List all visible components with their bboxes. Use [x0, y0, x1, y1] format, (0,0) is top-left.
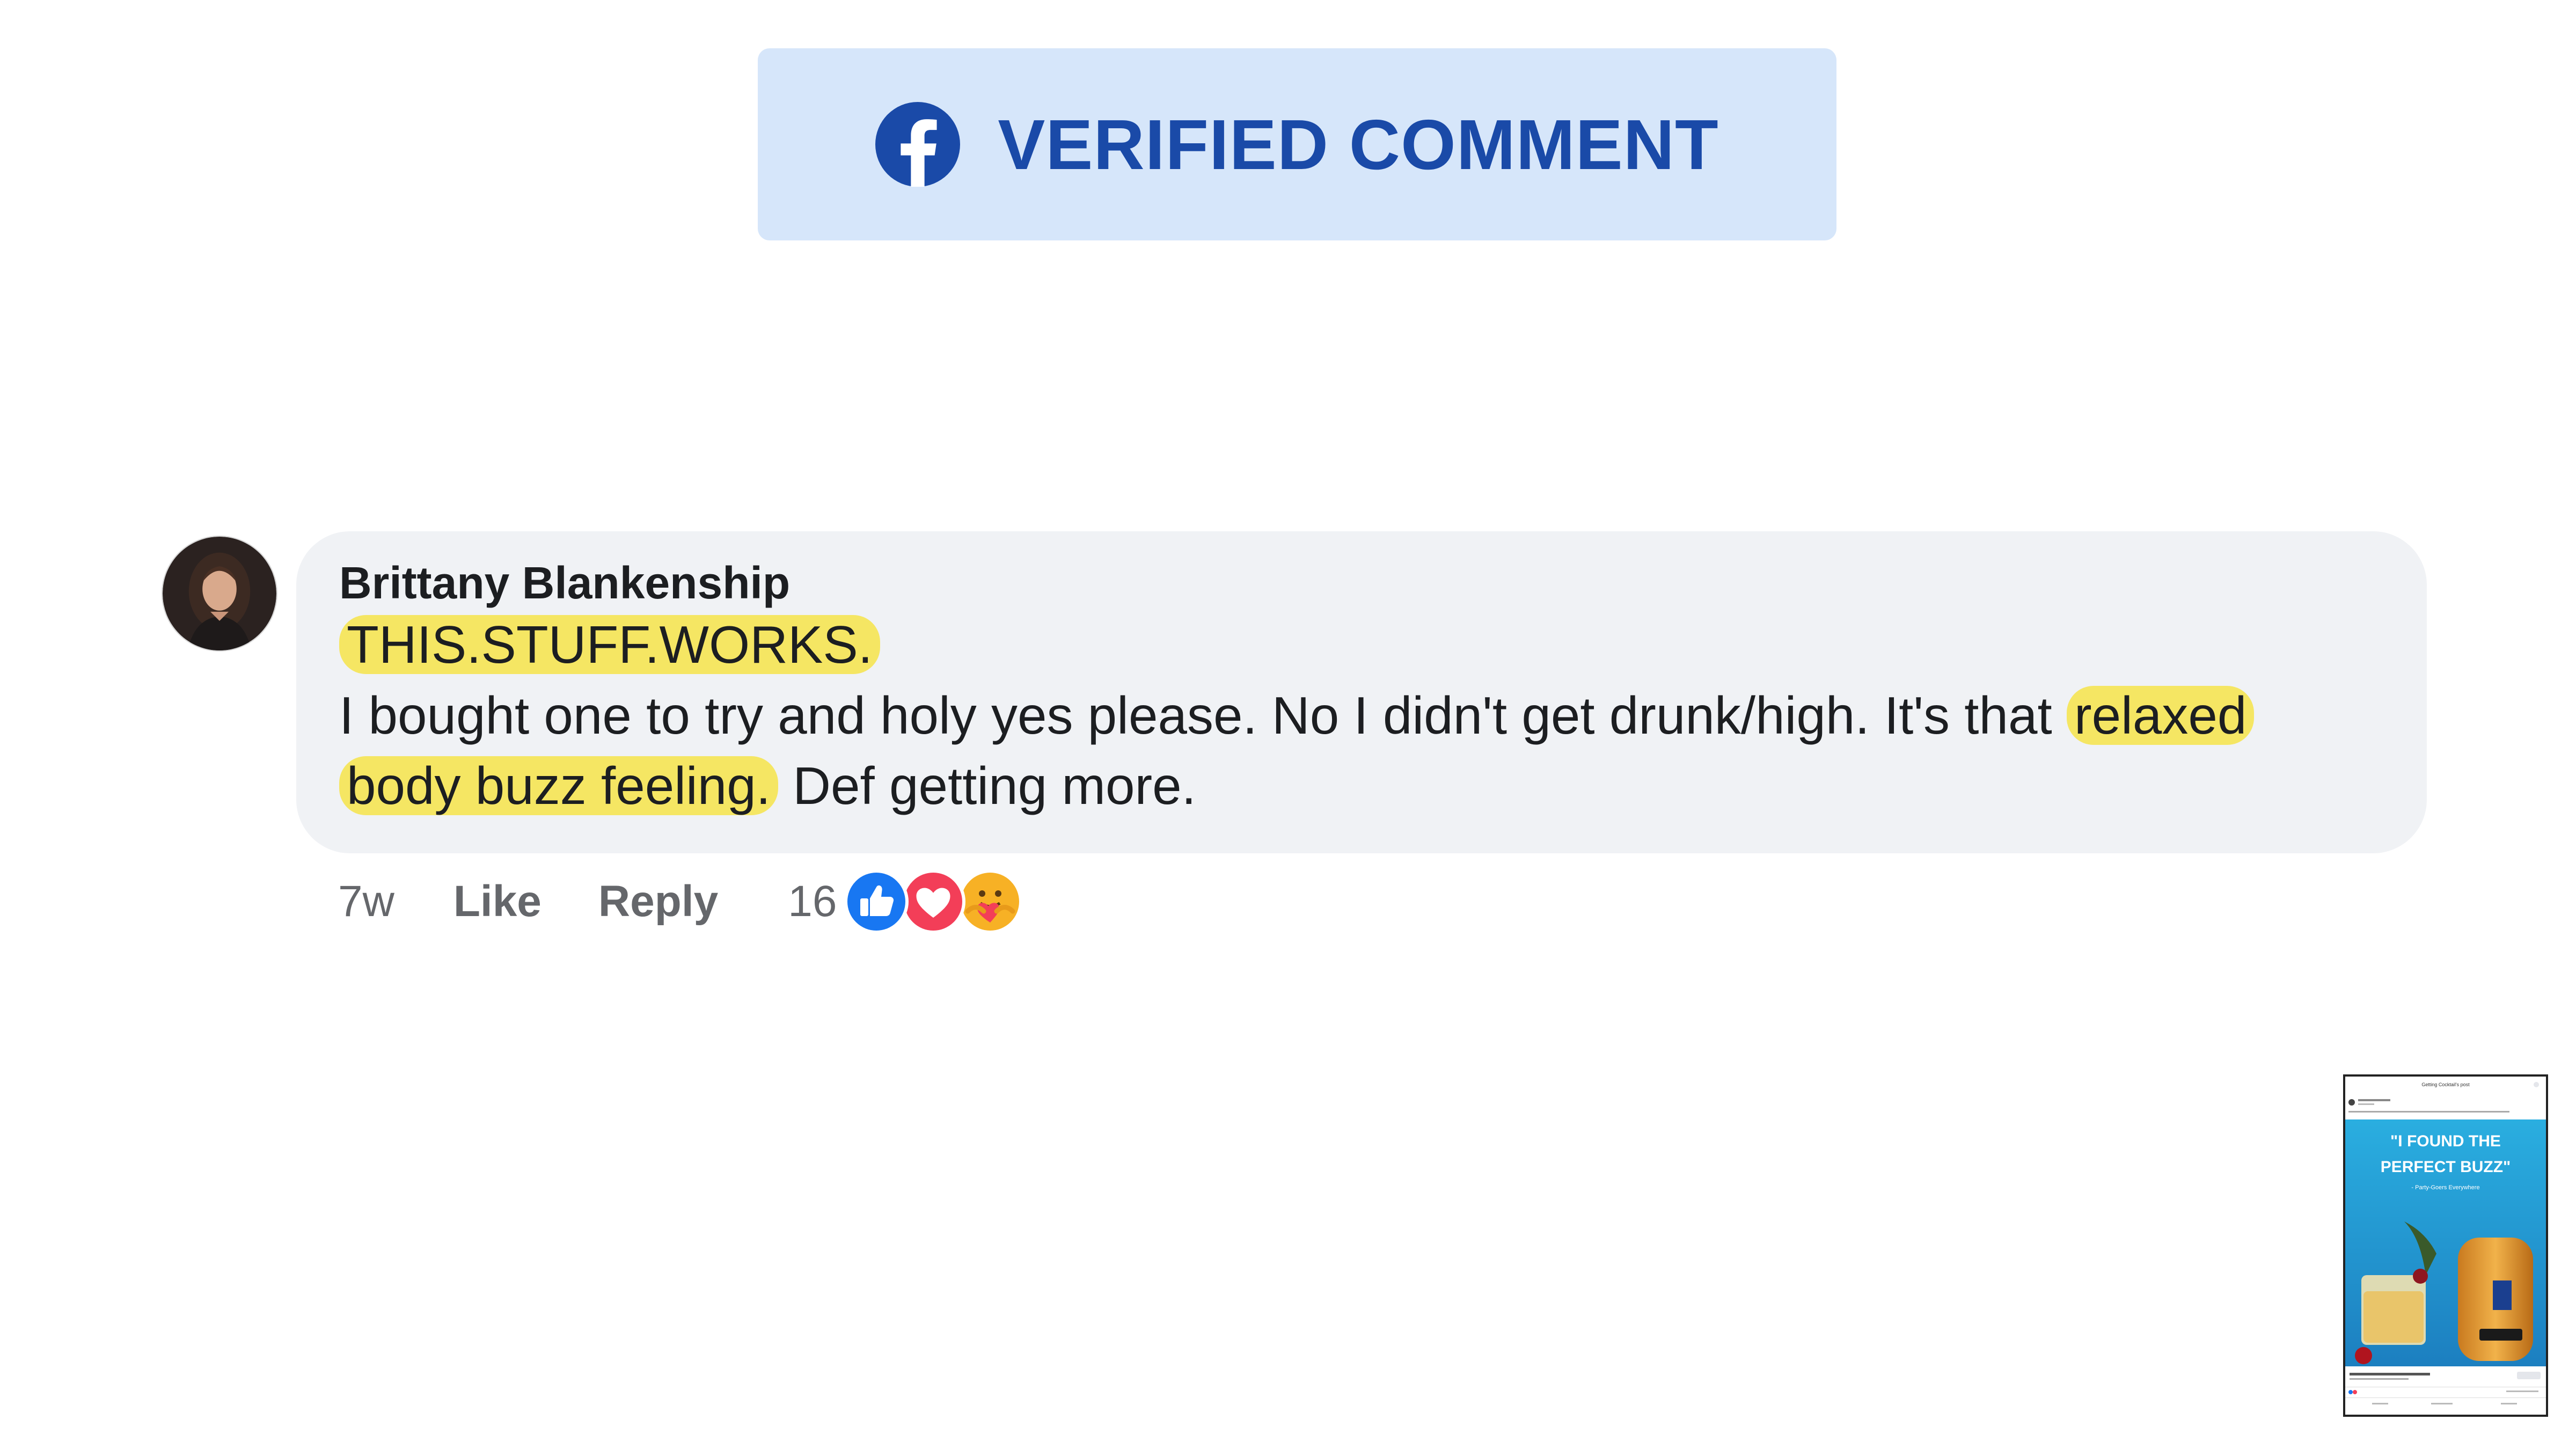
thumb-headline-2: PERFECT BUZZ" — [2381, 1158, 2511, 1176]
comment-text: Def getting more. — [778, 756, 1196, 815]
reaction-icons — [844, 869, 1023, 934]
facebook-icon — [875, 102, 961, 187]
comment-actions: 7w Like Reply 16 — [338, 869, 1023, 934]
thumb-tagline: - Party-Goers Everywhere — [2411, 1184, 2479, 1191]
like-button[interactable]: Like — [453, 876, 541, 927]
thumb-header: Getting Cocktail's post — [2421, 1082, 2470, 1087]
ad-preview-image: Getting Cocktail's post "I FOUND THE PER… — [2345, 1077, 2546, 1415]
verified-comment-banner: VERIFIED COMMENT — [758, 48, 1836, 240]
highlighted-text: THIS.STUFF.WORKS. — [339, 615, 880, 674]
comment-bubble: Brittany Blankenship THIS.STUFF.WORKS. I… — [296, 531, 2427, 853]
reactions-summary[interactable]: 16 — [788, 869, 1023, 934]
love-icon — [901, 869, 966, 934]
comment-headline: THIS.STUFF.WORKS. — [339, 614, 880, 675]
like-icon — [844, 869, 909, 934]
profile-photo — [163, 537, 276, 650]
banner-title: VERIFIED COMMENT — [998, 105, 1719, 184]
avatar[interactable] — [163, 537, 276, 650]
comment-timestamp[interactable]: 7w — [338, 876, 394, 927]
ad-preview-thumbnail[interactable]: Getting Cocktail's post "I FOUND THE PER… — [2343, 1074, 2548, 1417]
comment-author[interactable]: Brittany Blankenship — [339, 557, 790, 609]
highlighted-text: relaxed — [2066, 686, 2255, 745]
thumb-headline-1: "I FOUND THE — [2390, 1132, 2501, 1150]
comment-text: I bought one to try and holy yes please.… — [339, 686, 2067, 745]
comment-body-line: body buzz feeling. Def getting more. — [339, 756, 1196, 816]
care-icon — [958, 869, 1023, 934]
highlighted-text: body buzz feeling. — [339, 756, 778, 815]
reply-button[interactable]: Reply — [598, 876, 718, 927]
reaction-count: 16 — [788, 877, 837, 926]
comment-body-line: I bought one to try and holy yes please.… — [339, 685, 2255, 746]
